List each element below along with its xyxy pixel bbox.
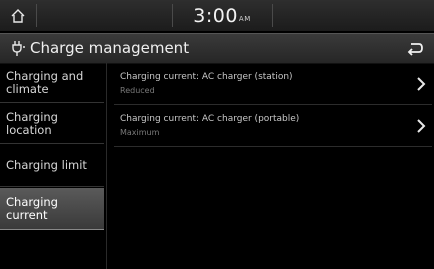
chevron-right-icon [417, 77, 426, 91]
status-bar: 3:00 AM [0, 0, 434, 31]
charging-plug-icon [12, 41, 25, 56]
sidebar-item-charging-limit[interactable]: Charging limit [0, 145, 104, 187]
clock-time: 3:00 [193, 4, 238, 27]
list-item-title: Charging current: AC charger (portable) [120, 114, 300, 124]
sidebar-item-label-line1: Charging [6, 194, 58, 209]
sidebar-item-charging-and-climate[interactable]: Charging and climate [0, 63, 104, 103]
chevron-right-icon [417, 119, 426, 133]
sidebar-item-label-line1: Charging and [6, 68, 84, 83]
back-arrow-icon [407, 42, 423, 56]
list-item-title: Charging current: AC charger (station) [120, 72, 293, 82]
home-button[interactable] [0, 0, 36, 31]
sidebar-item-label-line2: climate [6, 81, 49, 96]
list-item-ac-charger-station[interactable]: Charging current: AC charger (station) R… [114, 64, 432, 105]
divider [36, 4, 37, 27]
list-item-value: Reduced [120, 86, 155, 95]
title-bar: Charge management [0, 33, 434, 64]
sidebar-item-charging-current[interactable]: Charging current [0, 188, 104, 230]
sidebar-item-label-line2: current [6, 207, 48, 222]
divider [272, 4, 273, 27]
sidebar: Charging and climate Charging location C… [0, 63, 106, 269]
list-item-ac-charger-portable[interactable]: Charging current: AC charger (portable) … [114, 106, 432, 147]
home-icon [11, 8, 25, 23]
sidebar-item-label-line1: Charging [6, 109, 58, 124]
clock: 3:00 AM [172, 0, 272, 31]
sidebar-item-label-line1: Charging limit [6, 158, 87, 172]
sidebar-item-charging-location[interactable]: Charging location [0, 104, 104, 144]
sidebar-item-label-line2: location [6, 122, 52, 137]
page-title: Charge management [30, 39, 190, 57]
back-button[interactable] [400, 34, 430, 63]
list-item-value: Maximum [120, 128, 160, 137]
clock-ampm: AM [238, 14, 251, 23]
divider [106, 63, 107, 269]
